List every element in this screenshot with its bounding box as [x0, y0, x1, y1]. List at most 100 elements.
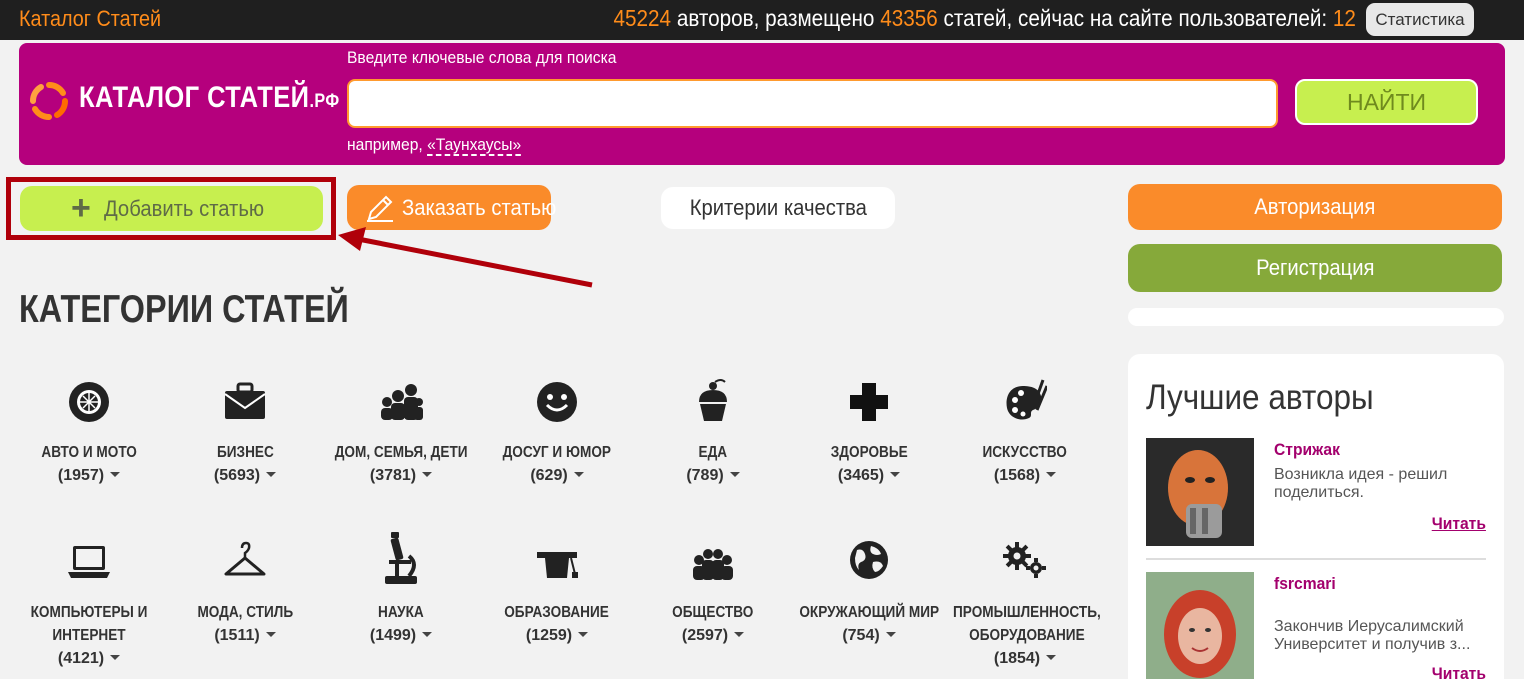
pencil-icon — [367, 195, 393, 222]
articles-text: статей, сейчас на сайте пользователей: — [937, 5, 1333, 31]
category-name-text: МОДА, СТИЛЬ — [197, 604, 293, 621]
caret-down-icon — [422, 632, 433, 637]
authors-count: 45224 — [613, 5, 672, 31]
articles-count: 43356 — [880, 5, 938, 31]
search-input[interactable] — [347, 79, 1278, 128]
logo-text[interactable]: КАТАЛОГ СТАТЕЙ.РФ — [79, 81, 340, 115]
logo-name: КАТАЛОГ СТАТЕЙ — [79, 81, 310, 114]
people-icon — [693, 549, 733, 580]
categories-title: КАТЕГОРИИ СТАТЕЙ — [19, 288, 349, 331]
category-count[interactable]: (3465) — [784, 464, 954, 487]
category-name: ОБЩЕСТВО — [628, 601, 798, 624]
laptop-icon — [68, 546, 110, 578]
category-count-text: (1499) — [369, 627, 417, 644]
category-count[interactable]: (4121) — [4, 647, 174, 670]
category-name-text: ЕДА — [698, 444, 728, 461]
logo-icon — [29, 81, 69, 121]
cupcake-icon — [699, 379, 727, 421]
category-count[interactable]: (1259) — [472, 624, 642, 647]
category-name: НАУКА — [316, 601, 486, 624]
login-label: Авторизация — [1254, 194, 1376, 219]
caret-down-icon — [729, 472, 740, 477]
category-count[interactable]: (1499) — [316, 624, 486, 647]
category-count[interactable]: (1957) — [4, 464, 174, 487]
category-count-text: (1568) — [993, 467, 1041, 484]
author-name[interactable]: Стрижак — [1274, 440, 1340, 460]
category-count-text: (5693) — [213, 467, 261, 484]
category-count-text: (1854) — [993, 650, 1041, 667]
category-name: ДОСУГ И ЮМОР — [472, 441, 642, 464]
family-icon — [381, 384, 423, 420]
caret-down-icon — [890, 472, 901, 477]
category-name: ОБРАЗОВАНИЕ — [472, 601, 642, 624]
example-prefix: например, — [347, 135, 428, 154]
smiley-icon — [537, 382, 577, 422]
category-count-text: (789) — [686, 467, 724, 484]
highlight-frame — [6, 177, 336, 240]
search-button[interactable]: НАЙТИ — [1295, 79, 1478, 125]
sidebar-divider-bar — [1128, 308, 1504, 326]
category-name-text: ПРОМЫШЛЕННОСТЬ, ОБОРУДОВАНИЕ — [953, 604, 1101, 644]
caret-down-icon — [578, 632, 589, 637]
category-count[interactable]: (1511) — [160, 624, 330, 647]
login-button[interactable]: Авторизация — [1128, 184, 1502, 230]
category-count-text: (754) — [842, 627, 880, 644]
author-avatar[interactable] — [1146, 572, 1254, 679]
category-name-text: ИСКУССТВО — [982, 444, 1068, 461]
category-name-text: ЗДОРОВЬЕ — [830, 444, 908, 461]
logo-suffix: .РФ — [309, 91, 340, 112]
cross-icon — [850, 383, 888, 421]
online-count: 12 — [1332, 5, 1356, 31]
category-count[interactable]: (629) — [472, 464, 642, 487]
search-example: например, «Таунхаусы» — [347, 135, 522, 156]
order-article-button[interactable]: Заказать статью — [347, 185, 556, 230]
quality-criteria-button[interactable]: Критерии качества — [661, 187, 895, 229]
gears-icon — [1003, 542, 1046, 578]
category-count[interactable]: (754) — [784, 624, 954, 647]
category-name-text: БИЗНЕС — [216, 444, 274, 461]
hanger-icon — [224, 541, 266, 576]
palette-icon — [1006, 379, 1047, 420]
category-name: ДОМ, СЕМЬЯ, ДЕТИ — [316, 441, 486, 464]
category-count-text: (1511) — [214, 627, 260, 644]
category-count-text: (1957) — [57, 467, 105, 484]
author-description: Закончив Иерусалимский Университет и пол… — [1274, 618, 1471, 653]
site-stats: 45224 авторов, размещено 43356 статей, с… — [614, 5, 1356, 32]
category-count[interactable]: (789) — [628, 464, 798, 487]
category-count[interactable]: (2597) — [628, 624, 798, 647]
caret-down-icon — [1046, 472, 1057, 477]
category-name: ПРОМЫШЛЕННОСТЬ, ОБОРУДОВАНИЕ — [940, 601, 1110, 647]
category-name-text: НАУКА — [378, 604, 424, 621]
caret-down-icon — [110, 655, 121, 660]
category-count-text: (4121) — [57, 650, 105, 667]
category-name: ИСКУССТВО — [940, 441, 1110, 464]
author-read-link[interactable]: Читать — [1432, 514, 1486, 534]
register-label: Регистрация — [1255, 255, 1375, 280]
example-link[interactable]: «Таунхаусы» — [427, 135, 522, 156]
caret-down-icon — [265, 632, 276, 637]
category-name-text: ОБРАЗОВАНИЕ — [504, 604, 610, 621]
graduation-icon — [537, 552, 578, 578]
best-authors-title: Лучшие авторы — [1146, 378, 1374, 417]
search-label: Введите ключевые слова для поиска — [347, 48, 617, 67]
pointer-arrow — [338, 227, 593, 288]
category-name-text: АВТО И МОТО — [41, 444, 137, 461]
category-count[interactable]: (5693) — [160, 464, 330, 487]
caret-down-icon — [734, 632, 745, 637]
category-name: АВТО И МОТО — [4, 441, 174, 464]
category-name: ОКРУЖАЮЩИЙ МИР — [784, 601, 954, 624]
category-name-text: КОМПЬЮТЕРЫ И ИНТЕРНЕТ — [30, 604, 148, 644]
statistics-button[interactable]: Статистика — [1366, 3, 1474, 36]
category-count[interactable]: (1854) — [940, 647, 1110, 670]
author-read-link[interactable]: Читать — [1432, 664, 1486, 679]
category-count[interactable]: (1568) — [940, 464, 1110, 487]
author-name[interactable]: fsrcmari — [1274, 574, 1336, 594]
category-name-text: ДОМ, СЕМЬЯ, ДЕТИ — [334, 444, 468, 461]
category-count-text: (3781) — [369, 467, 417, 484]
category-count[interactable]: (3781) — [316, 464, 486, 487]
register-button[interactable]: Регистрация — [1128, 244, 1502, 292]
quality-criteria-label: Критерии качества — [689, 195, 867, 220]
site-name-link[interactable]: Каталог Статей — [19, 6, 161, 32]
caret-down-icon — [1046, 655, 1057, 660]
author-avatar[interactable] — [1146, 438, 1254, 546]
